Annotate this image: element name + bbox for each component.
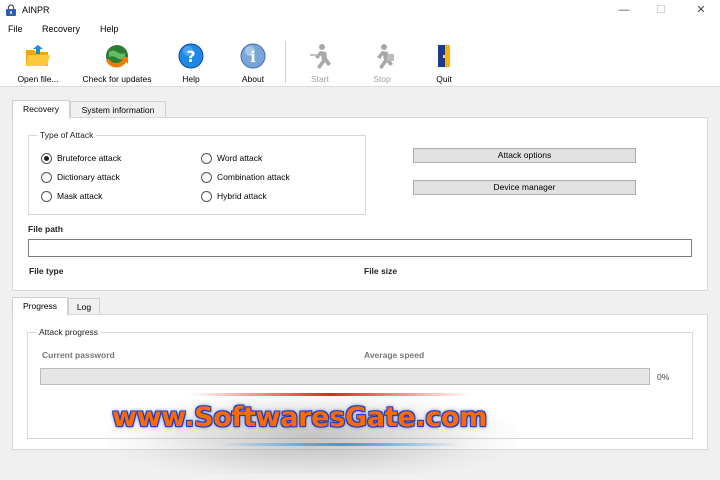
radio-indicator — [41, 191, 52, 202]
lock-icon — [6, 4, 16, 16]
file-path-label: File path — [28, 224, 63, 234]
radio-label: Dictionary attack — [57, 172, 120, 182]
radio-dictionary[interactable]: Dictionary attack — [41, 172, 161, 184]
radio-indicator — [41, 153, 52, 164]
current-password-label: Current password — [42, 350, 115, 360]
svg-text:i: i — [250, 48, 256, 66]
radio-mask[interactable]: Mask attack — [41, 191, 161, 203]
menu-file[interactable]: File — [8, 24, 23, 34]
quit-button[interactable]: Quit — [420, 40, 468, 86]
stop-button[interactable]: Stop — [358, 40, 406, 86]
radio-word[interactable]: Word attack — [201, 153, 321, 165]
average-speed-label: Average speed — [364, 350, 425, 360]
attack-type-title: Type of Attack — [37, 130, 97, 140]
watermark-text: www.SoftwaresGate.com — [112, 402, 488, 433]
toolbar-separator — [285, 41, 286, 83]
menu-recovery[interactable]: Recovery — [42, 24, 80, 34]
stop-label: Stop — [373, 74, 391, 84]
globe-refresh-icon — [106, 45, 128, 68]
radio-combination[interactable]: Combination attack — [201, 172, 321, 184]
help-button[interactable]: ? Help — [166, 40, 216, 86]
menu-bar: File Recovery Help — [0, 20, 720, 37]
tab-progress[interactable]: Progress — [12, 297, 68, 316]
radio-indicator — [201, 172, 212, 183]
exit-door-icon — [438, 45, 450, 67]
title-bar: AINPR — ☐ ✕ — [0, 0, 720, 20]
tab-recovery[interactable]: Recovery — [12, 100, 70, 119]
folder-open-icon — [26, 45, 50, 66]
radio-indicator — [201, 153, 212, 164]
quit-label: Quit — [436, 74, 452, 84]
tab-log[interactable]: Log — [68, 298, 100, 315]
svg-text:?: ? — [186, 47, 195, 66]
check-updates-button[interactable]: Check for updates — [78, 40, 156, 86]
radio-indicator — [201, 191, 212, 202]
menu-help[interactable]: Help — [100, 24, 119, 34]
radio-label: Hybrid attack — [217, 191, 267, 201]
window-title: AINPR — [22, 5, 50, 15]
close-button[interactable]: ✕ — [685, 0, 717, 20]
start-label: Start — [311, 74, 329, 84]
file-size-label: File size — [364, 266, 398, 276]
attack-options-button[interactable]: Attack options — [413, 148, 636, 163]
attack-progress-title: Attack progress — [36, 327, 102, 337]
watermark: www.SoftwaresGate.com — [100, 392, 520, 477]
minimize-button[interactable]: — — [608, 0, 640, 20]
radio-label: Mask attack — [57, 191, 103, 201]
tab-system-information[interactable]: System information — [70, 101, 166, 118]
file-path-input[interactable] — [28, 239, 692, 257]
file-type-label: File type — [29, 266, 64, 276]
progress-percent: 0% — [657, 372, 670, 382]
watermark-red-line — [190, 393, 470, 396]
help-icon: ? — [178, 43, 204, 69]
recovery-panel: Type of Attack Bruteforce attack Word at… — [12, 117, 708, 291]
radio-hybrid[interactable]: Hybrid attack — [201, 191, 321, 203]
device-manager-button[interactable]: Device manager — [413, 180, 636, 195]
watermark-blue-line — [220, 443, 460, 446]
info-icon: i — [240, 43, 266, 69]
check-updates-label: Check for updates — [82, 74, 152, 84]
run-icon — [310, 44, 331, 69]
attack-progress-bar — [40, 368, 650, 385]
radio-label: Bruteforce attack — [57, 153, 122, 163]
radio-label: Combination attack — [217, 172, 290, 182]
radio-indicator — [41, 172, 52, 183]
about-button[interactable]: i About — [228, 40, 278, 86]
attack-type-group: Type of Attack Bruteforce attack Word at… — [28, 130, 366, 215]
radio-label: Word attack — [217, 153, 263, 163]
about-label: About — [241, 74, 265, 84]
toolbar: Open file... Check for updates ? Help i … — [0, 37, 720, 87]
open-file-button[interactable]: Open file... — [8, 40, 68, 86]
start-button[interactable]: Start — [296, 40, 344, 86]
stop-run-icon — [377, 44, 394, 69]
open-file-label: Open file... — [17, 74, 59, 84]
help-label: Help — [182, 74, 200, 84]
radio-bruteforce[interactable]: Bruteforce attack — [41, 153, 161, 165]
maximize-button[interactable]: ☐ — [645, 0, 677, 20]
